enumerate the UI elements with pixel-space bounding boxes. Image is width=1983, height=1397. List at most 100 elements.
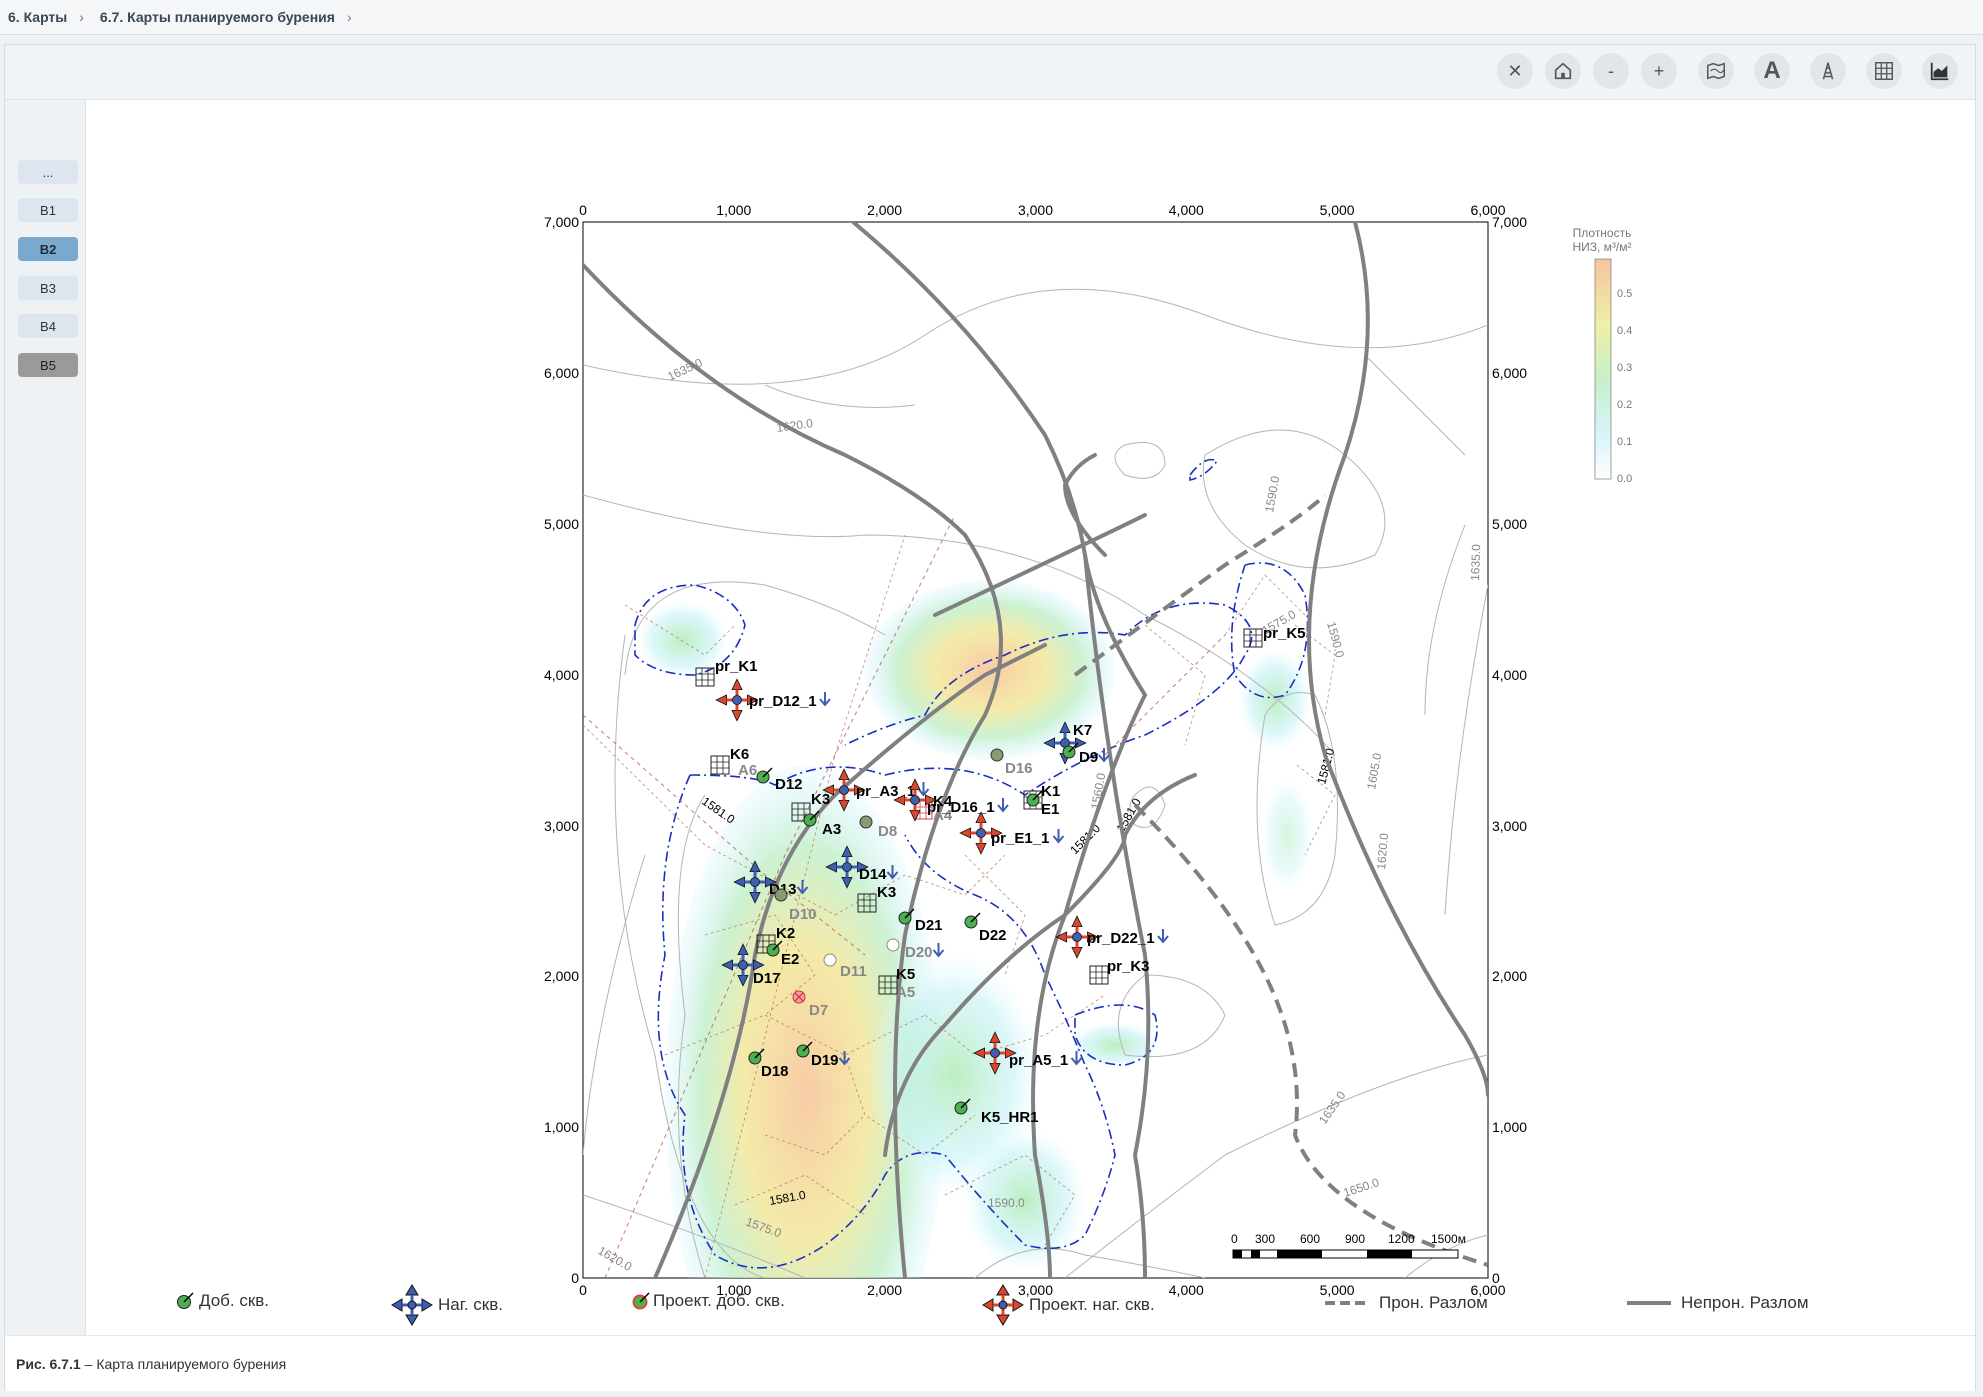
x-tick: 3,000 — [1018, 202, 1053, 218]
legend-label: Доб. скв. — [199, 1291, 270, 1310]
contour-label: 1590.0 — [988, 1196, 1025, 1210]
sidebar-item-more[interactable]: ... — [18, 160, 78, 184]
projected-producer-icon — [632, 1292, 650, 1310]
x-tick: 5,000 — [1320, 202, 1355, 218]
map-legend: Доб. скв. Наг. скв. Проект. доб. скв. Пр… — [5, 1281, 1975, 1331]
scale-label: 1200 — [1388, 1232, 1415, 1246]
density-zone-east2 — [1262, 780, 1312, 890]
well-label: pr_K1 — [715, 658, 758, 675]
legend-label: Прон. Разлом — [1379, 1293, 1488, 1312]
map-layer-button[interactable] — [1698, 53, 1734, 89]
wells-button[interactable] — [1810, 53, 1846, 89]
minus-icon: - — [1608, 60, 1614, 81]
legend-projected-producer: Проект. доб. скв. — [631, 1291, 785, 1311]
plus-icon: + — [1653, 60, 1665, 81]
breadcrumb-item-maps[interactable]: 6. Карты — [8, 9, 67, 25]
breadcrumb-item-drilling-maps[interactable]: 6.7. Карты планируемого бурения — [100, 9, 335, 25]
colorbar-tick: 0.2 — [1617, 399, 1632, 411]
y-axis-right: 0 1,000 2,000 3,000 4,000 5,000 6,000 7,… — [1492, 214, 1527, 1286]
producer-well-icon — [177, 1292, 194, 1309]
dashed-line-icon — [1325, 1301, 1369, 1305]
well-label: K2 — [776, 925, 795, 942]
contour-label: 1635.0 — [1468, 544, 1483, 581]
labels-button[interactable]: A — [1754, 53, 1790, 89]
sidebar-item-b1[interactable]: B1 — [18, 198, 78, 222]
well-label: D7 — [809, 1002, 828, 1019]
scale-label: 900 — [1345, 1232, 1365, 1246]
well-label: D21 — [915, 917, 943, 934]
well-label: A6 — [738, 762, 757, 779]
well-label: D17 — [753, 970, 781, 987]
y-tick: 5,000 — [1492, 516, 1527, 532]
close-button[interactable]: ✕ — [1497, 53, 1533, 89]
y-tick: 7,000 — [1492, 214, 1527, 230]
well-label: K7 — [1073, 722, 1092, 739]
map-panel: ✕ - + A ... B1 B2 B3 B4 B5 1635.0 1620.0… — [4, 44, 1976, 1391]
well-label: D20 — [905, 944, 933, 961]
colorbar-tick: 0.0 — [1617, 473, 1632, 485]
colorbar-tick: 0.1 — [1617, 436, 1632, 448]
solid-line-icon — [1627, 1301, 1671, 1305]
grid-button[interactable] — [1866, 53, 1902, 89]
sidebar-item-b3[interactable]: B3 — [18, 276, 78, 300]
y-tick: 4,000 — [1492, 667, 1527, 683]
well-label: pr_K5 — [1263, 625, 1306, 642]
y-tick: 3,000 — [1492, 818, 1527, 834]
figure-caption: Рис. 6.7.1 – Карта планируемого бурения — [5, 1335, 1975, 1391]
well-label: A5 — [896, 984, 915, 1001]
layer-sidebar: ... B1 B2 B3 B4 B5 — [5, 100, 86, 1335]
drilling-map[interactable]: 1635.0 1620.0 1590.0 1635.0 1590.0 1581.… — [505, 155, 1705, 1315]
derrick-icon — [1822, 62, 1834, 80]
colorbar-title: Плотность — [1573, 226, 1632, 240]
scale-label: 0 — [1231, 1232, 1238, 1246]
well-label: D9 — [1079, 749, 1098, 766]
colorbar-tick: 0.4 — [1617, 325, 1632, 337]
chart-button[interactable] — [1922, 53, 1958, 89]
colorbar-tick: 0.5 — [1617, 288, 1632, 300]
zoom-out-button[interactable]: - — [1593, 53, 1629, 89]
y-tick: 6,000 — [1492, 365, 1527, 381]
legend-label: Проект. доб. скв. — [653, 1291, 785, 1310]
well-label: D10 — [789, 906, 817, 923]
scale-bar: 0 300 600 900 1200 1500м — [1231, 1232, 1466, 1259]
well-marker[interactable]: A5 — [896, 984, 915, 1001]
scale-label: 1500м — [1431, 1232, 1466, 1246]
sidebar-item-b2[interactable]: B2 — [18, 237, 78, 261]
well-label: A3 — [822, 821, 841, 838]
sidebar-item-b4[interactable]: B4 — [18, 314, 78, 338]
close-icon: ✕ — [1507, 60, 1523, 81]
zoom-in-button[interactable]: + — [1641, 53, 1677, 89]
legend-injector: Наг. скв. — [390, 1283, 503, 1327]
y-tick: 1,000 — [1492, 1119, 1527, 1135]
well-label: K3 — [877, 884, 896, 901]
y-tick: 7,000 — [544, 214, 579, 230]
colorbar-gradient — [1594, 258, 1612, 480]
well-label: pr_D12_1 — [749, 693, 817, 710]
sidebar-item-b5[interactable]: B5 — [18, 353, 78, 377]
well-label: K6 — [730, 746, 749, 763]
y-tick: 5,000 — [544, 516, 579, 532]
legend-producer: Доб. скв. — [175, 1291, 269, 1311]
well-label: K5 — [896, 966, 915, 983]
legend-impermeable-fault: Непрон. Разлом — [1627, 1293, 1809, 1313]
legend-permeable-fault: Прон. Разлом — [1325, 1293, 1488, 1313]
home-button[interactable] — [1545, 53, 1581, 89]
y-axis-left: 0 1,000 2,000 3,000 4,000 5,000 6,000 7,… — [544, 214, 579, 1286]
well-label: K5_HR1 — [981, 1109, 1039, 1126]
grid-icon — [1875, 62, 1893, 80]
well-label: D14 — [859, 866, 887, 883]
legend-label: Наг. скв. — [438, 1295, 503, 1314]
well-marker[interactable]: A6 — [738, 762, 757, 779]
y-tick: 1,000 — [544, 1119, 579, 1135]
well-label: D22 — [979, 927, 1007, 944]
x-tick: 4,000 — [1169, 202, 1204, 218]
legend-label: Проект. наг. скв. — [1029, 1295, 1155, 1314]
colorbar: Плотность НИЗ, м³/м² 0.0 0.1 0.2 0.3 0.4… — [1572, 226, 1632, 485]
well-label: pr_K3 — [1107, 958, 1150, 975]
scale-label: 300 — [1255, 1232, 1275, 1246]
density-zone-east — [1240, 650, 1310, 750]
x-tick: 1,000 — [716, 202, 751, 218]
map-svg[interactable]: 1635.0 1620.0 1590.0 1635.0 1590.0 1581.… — [505, 155, 1705, 1315]
well-label: pr_D22_1 — [1087, 930, 1155, 947]
y-tick: 4,000 — [544, 667, 579, 683]
